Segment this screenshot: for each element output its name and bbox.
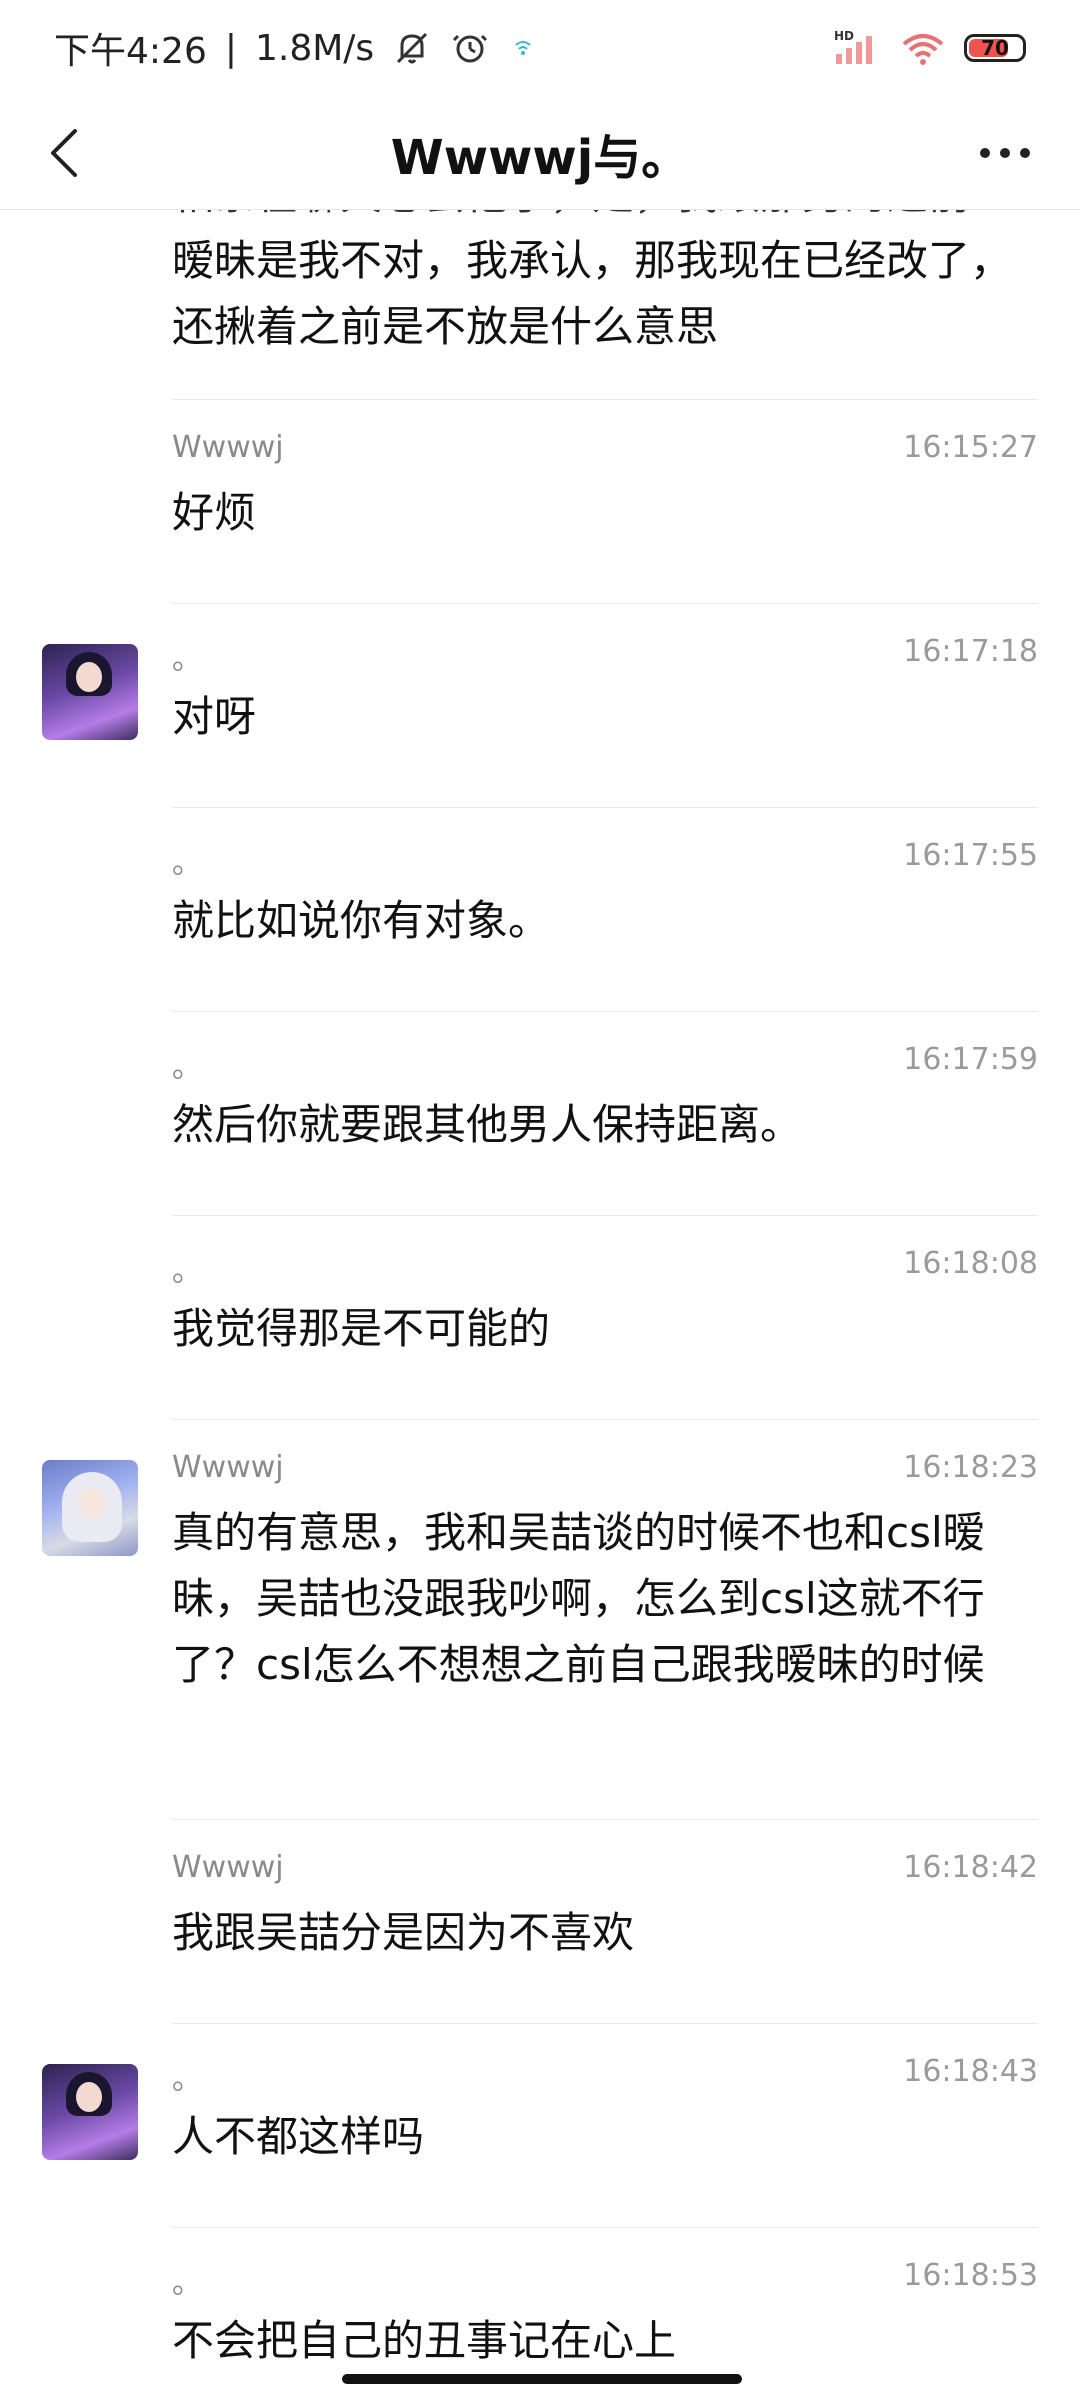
message-text: 人不都这样吗 (172, 2112, 425, 2161)
message-time: 16:18:23 (903, 1450, 1038, 1485)
message-item: 。 16:17:55 就比如说你有对象。 (0, 808, 1080, 1012)
avatar[interactable] (42, 644, 138, 740)
message-time: 16:17:59 (903, 1042, 1038, 1077)
message-sender: 。 (172, 846, 202, 881)
message-item: 。 16:18:43 人不都这样吗 (0, 2024, 1080, 2228)
message-sender: Wwwwj (172, 430, 284, 465)
status-left: 下午4:26 | 1.8M/s (54, 22, 538, 74)
signal-hd-label: HD (834, 29, 854, 43)
message-sender: 。 (172, 1254, 202, 1289)
alarm-clock-icon (450, 28, 490, 68)
more-dot-icon (1000, 148, 1010, 158)
message-item: Wwwwj 16:15:27 好烦 (0, 400, 1080, 604)
status-right: HD 70 (832, 28, 1026, 68)
message-text: 真的有意思，我和吴喆谈的时候不也和csl暧昧，吴喆也没跟我吵啊，怎么到csl这就… (172, 1508, 985, 1689)
chat-history-list[interactable]: 相亲在聊天总尝他了，是，我跟那男的之前 暧昧是我不对，我承认，那我现在已经改了，… (0, 210, 1080, 2360)
status-bar: 下午4:26 | 1.8M/s HD 70 (0, 0, 1080, 96)
message-sender: 。 (172, 2266, 202, 2301)
back-button[interactable] (30, 118, 100, 188)
message-item: 。 16:17:18 对呀 (0, 604, 1080, 808)
message-text: 然后你就要跟其他男人保持距离。 (172, 1100, 803, 1149)
message-sender: Wwwwj (172, 1450, 284, 1485)
battery-icon: 70 (964, 34, 1026, 62)
message-sender: 。 (172, 1050, 202, 1085)
message-item: 相亲在聊天总尝他了，是，我跟那男的之前 暧昧是我不对，我承认，那我现在已经改了，… (0, 210, 1080, 400)
cellular-signal-icon: HD (832, 28, 882, 68)
mute-notification-icon (392, 28, 432, 68)
message-text-body: 暧昧是我不对，我承认，那我现在已经改了，还揪着之前是不放是什么意思 (172, 236, 1013, 351)
message-item: 。 16:18:53 不会把自己的丑事记在心上 (0, 2228, 1080, 2360)
more-options-button[interactable] (960, 118, 1050, 188)
chevron-left-icon (51, 129, 77, 177)
message-text: 不会把自己的丑事记在心上 (172, 2316, 677, 2360)
message-time: 16:18:43 (903, 2054, 1038, 2089)
message-sender: Wwwwj (172, 1850, 284, 1885)
chat-header: Wwwwj与。 (0, 96, 1080, 210)
message-text: 就比如说你有对象。 (172, 896, 551, 945)
message-item: Wwwwj 16:18:23 真的有意思，我和吴喆谈的时候不也和csl暧昧，吴喆… (0, 1420, 1080, 1820)
message-item: 。 16:18:08 我觉得那是不可能的 (0, 1216, 1080, 1420)
message-time: 16:17:18 (903, 634, 1038, 669)
message-text: 我跟吴喆分是因为不喜欢 (172, 1908, 635, 1957)
battery-level: 70 (981, 36, 1009, 60)
message-sender: 。 (172, 642, 202, 677)
message-time: 16:18:53 (903, 2258, 1038, 2293)
message-item: Wwwwj 16:18:42 我跟吴喆分是因为不喜欢 (0, 1820, 1080, 2024)
status-time: 下午4:26 (54, 31, 207, 72)
more-dot-icon (980, 148, 990, 158)
message-text: 我觉得那是不可能的 (172, 1304, 551, 1353)
message-time: 16:18:08 (903, 1246, 1038, 1281)
wifi-icon (900, 28, 946, 68)
network-speed: 1.8M/s (254, 27, 375, 69)
chat-title: Wwwwj与。 (390, 129, 690, 186)
message-text: 好烦 (172, 488, 257, 537)
message-item: 。 16:17:59 然后你就要跟其他男人保持距离。 (0, 1012, 1080, 1216)
status-separator: | (224, 27, 237, 69)
hotspot-icon (508, 33, 538, 63)
message-time: 16:18:42 (903, 1850, 1038, 1885)
message-sender: 。 (172, 2062, 202, 2097)
more-dot-icon (1020, 148, 1030, 158)
home-indicator[interactable] (342, 2374, 742, 2384)
message-time: 16:17:55 (903, 838, 1038, 873)
avatar[interactable] (42, 1460, 138, 1556)
avatar[interactable] (42, 2064, 138, 2160)
message-text: 对呀 (172, 692, 257, 741)
message-text: 相亲在聊天总尝他了，是，我跟那男的之前 暧昧是我不对，我承认，那我现在已经改了，… (172, 210, 1040, 360)
message-time: 16:15:27 (903, 430, 1038, 465)
